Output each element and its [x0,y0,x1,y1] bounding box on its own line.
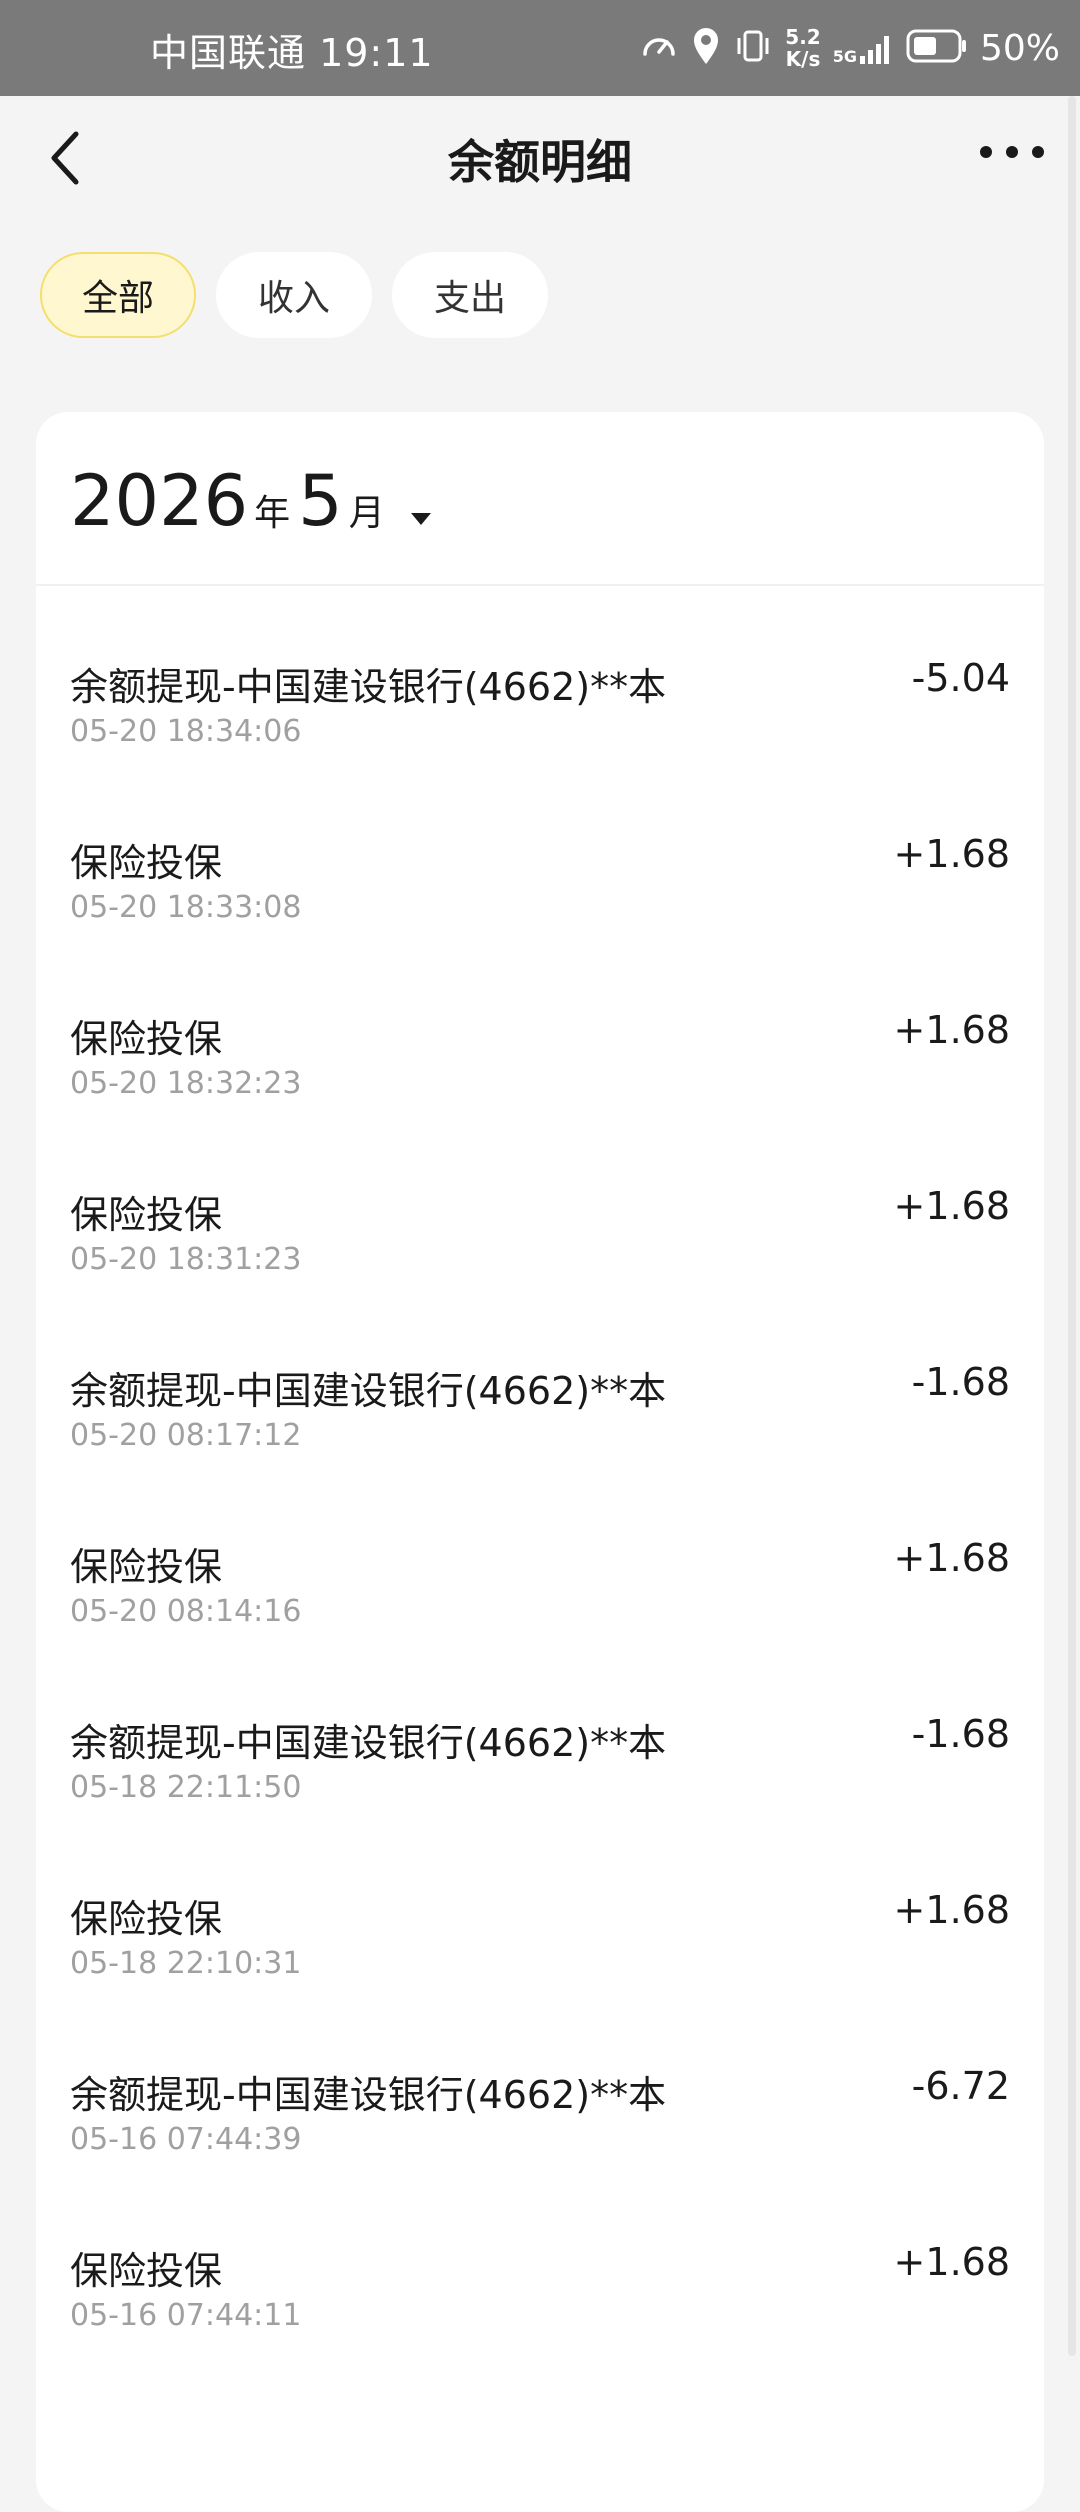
transaction-time: 05-20 18:32:23 [70,1066,302,1101]
transaction-title: 保险投保 [70,2249,223,2293]
transaction-title: 保险投保 [70,1193,223,1237]
carrier-time: 中国联通 19:11 [150,31,434,75]
signal-indicator: 5G [833,30,894,66]
status-bar: 中国联通 19:11 5.2 K/s 5G 50% [0,0,1080,96]
transaction-title: 保险投保 [70,841,223,885]
transaction-amount: -5.04 [911,656,1010,700]
transaction-amount: +1.68 [893,1008,1010,1052]
transaction-time: 05-20 18:33:08 [70,890,302,925]
transaction-amount: +1.68 [893,1184,1010,1228]
transaction-time: 05-18 22:10:31 [70,1946,302,1981]
month-selector[interactable]: 2026 年 5 月 [70,460,431,543]
filter-income[interactable]: 收入 [216,252,372,338]
transaction-row[interactable]: 余额提现-中国建设银行(4662)**本 05-20 08:17:12 -1.6… [36,1290,1044,1466]
location-icon [691,26,721,70]
transaction-time: 05-20 18:34:06 [70,714,302,749]
header: 余额明细 [0,96,1080,220]
more-dot [1006,146,1018,158]
more-dots-icon [980,146,992,158]
transaction-amount: -1.68 [911,1712,1010,1756]
filter-all[interactable]: 全部 [40,252,196,338]
transaction-time: 05-18 22:11:50 [70,1770,302,1805]
net-speed: 5.2 K/s [785,26,820,70]
transaction-amount: +1.68 [893,1536,1010,1580]
transaction-time: 05-20 08:17:12 [70,1418,302,1453]
transaction-amount: +1.68 [893,832,1010,876]
transaction-row[interactable]: 保险投保 05-18 22:10:31 +1.68 [36,1818,1044,1994]
transaction-title: 保险投保 [70,1545,223,1589]
vibrate-icon [733,26,773,70]
battery-icon [906,28,968,68]
transaction-amount: -1.68 [911,1360,1010,1404]
transaction-amount: +1.68 [893,2240,1010,2284]
month-unit: 月 [348,493,385,534]
transaction-row[interactable]: 保险投保 05-20 18:32:23 +1.68 [36,938,1044,1114]
transaction-time: 05-16 07:44:11 [70,2298,302,2333]
filter-tabs: 全部 收入 支出 [40,252,548,338]
scrollbar[interactable] [1068,96,1076,2356]
transaction-title: 余额提现-中国建设银行(4662)**本 [70,2073,667,2117]
transaction-title: 余额提现-中国建设银行(4662)**本 [70,1721,667,1765]
more-dot [1032,146,1044,158]
transactions-card: 2026 年 5 月 余额提现-中国建设银行(4662)**本 05-20 18… [36,412,1044,2512]
transaction-row[interactable]: 保险投保 05-20 18:31:23 +1.68 [36,1114,1044,1290]
transaction-row[interactable]: 保险投保 05-20 18:33:08 +1.68 [36,762,1044,938]
transaction-row[interactable]: 余额提现-中国建设银行(4662)**本 05-18 22:11:50 -1.6… [36,1642,1044,1818]
transaction-row[interactable]: 余额提现-中国建设银行(4662)**本 05-20 18:34:06 -5.0… [36,586,1044,762]
signal-icon [859,36,889,64]
month-value: 5 [298,460,343,542]
transaction-row[interactable]: 保险投保 05-16 07:44:11 +1.68 [36,2170,1044,2346]
more-options-button[interactable] [980,136,1044,168]
transaction-list: 余额提现-中国建设银行(4662)**本 05-20 18:34:06 -5.0… [36,586,1044,2346]
filter-expense[interactable]: 支出 [392,252,548,338]
transaction-row[interactable]: 保险投保 05-20 08:14:16 +1.68 [36,1466,1044,1642]
transaction-time: 05-20 08:14:16 [70,1594,302,1629]
transaction-amount: -6.72 [911,2064,1010,2108]
transaction-amount: +1.68 [893,1888,1010,1932]
status-icons: 5.2 K/s 5G 50% [639,18,1060,78]
page-title: 余额明细 [448,135,632,189]
transaction-title: 保险投保 [70,1017,223,1061]
transaction-title: 余额提现-中国建设银行(4662)**本 [70,1369,667,1413]
transaction-time: 05-16 07:44:39 [70,2122,302,2157]
signal-label: 5G [832,47,857,66]
net-speed-unit: K/s [785,47,821,71]
year-value: 2026 [70,460,249,542]
caret-down-icon [410,513,431,525]
battery-percent: 50% [979,27,1060,69]
year-unit: 年 [254,493,291,534]
speedometer-icon [639,26,679,70]
transaction-time: 05-20 18:31:23 [70,1242,302,1277]
transaction-title: 保险投保 [70,1897,223,1941]
transaction-title: 余额提现-中国建设银行(4662)**本 [70,665,667,709]
transaction-row[interactable]: 余额提现-中国建设银行(4662)**本 05-16 07:44:39 -6.7… [36,1994,1044,2170]
net-speed-value: 5.2 [785,25,821,49]
